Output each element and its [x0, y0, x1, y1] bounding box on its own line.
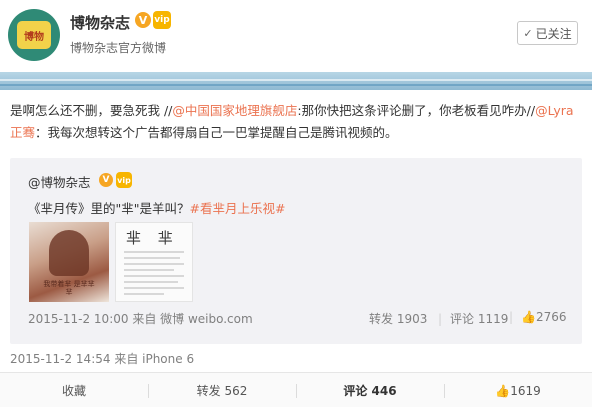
repost-text-body: 《芈月传》里的"芈"是羊叫？	[28, 201, 190, 216]
repost-comment-label: 评论 1119	[450, 312, 509, 326]
thumbnail-text-line	[124, 263, 184, 265]
post-text-segment: :那你快把这条评论删了，你老板看见咋办//	[297, 103, 536, 118]
post-text: 是啊怎么还不删，要急死我 //@中国国家地理旗舰店:那你快把这条评论删了，你老板…	[10, 100, 584, 144]
thumbnail-figure	[49, 230, 89, 276]
reposted-weibo[interactable]: @博物杂志 V vip 《芈月传》里的"芈"是羊叫？#看芈月上乐视# 我带着芈 …	[10, 158, 582, 344]
decorative-banner	[0, 72, 592, 90]
repost-button[interactable]: 转发 562	[148, 373, 296, 408]
thumbnail-text-line	[124, 257, 180, 259]
vip-icon: vip	[153, 11, 171, 29]
banner-stripe	[0, 79, 592, 81]
weibo-header: 博物 博物杂志 V vip 博物杂志官方微博 ✓ 已关注	[0, 0, 592, 68]
check-icon: ✓	[523, 26, 533, 40]
vip-icon: vip	[116, 172, 132, 188]
thumbnail-text-line	[124, 287, 184, 289]
thumbnail-text-line	[124, 269, 174, 271]
repost-like-count[interactable]: | 👍2766	[509, 310, 567, 324]
repost-text: 《芈月传》里的"芈"是羊叫？#看芈月上乐视#	[28, 198, 285, 217]
avatar[interactable]: 博物	[8, 9, 60, 61]
image-thumbnail[interactable]: 我带着芈 是芈芈芈	[29, 222, 109, 302]
mention-link[interactable]: @中国国家地理旗舰店	[172, 103, 297, 118]
like-count: 1619	[510, 383, 541, 398]
like-button[interactable]: 👍 1619	[444, 373, 592, 408]
image-thumbnail[interactable]: 芈 芈	[115, 222, 193, 302]
thumbnail-characters: 芈 芈	[126, 229, 179, 247]
thumbnail-text-line	[124, 281, 178, 283]
action-bar: 收藏 转发 562 评论 446 👍 1619	[0, 372, 592, 407]
account-name[interactable]: 博物杂志	[70, 12, 130, 33]
thumbnail-text-line	[124, 293, 164, 295]
collect-button[interactable]: 收藏	[0, 373, 148, 408]
thumbnail-text-line	[124, 251, 184, 253]
repost-comment-count[interactable]: | 评论 1119	[438, 310, 508, 327]
repost-like-label: 2766	[536, 310, 567, 324]
account-description: 博物杂志官方微博	[70, 41, 167, 55]
follow-button-label: 已关注	[535, 26, 572, 41]
verified-icon: V	[99, 173, 113, 187]
comment-button[interactable]: 评论 446	[296, 373, 444, 408]
repost-timestamp-source[interactable]: 2015-11-2 10:00 来自 微博 weibo.com	[28, 310, 253, 327]
post-timestamp-source[interactable]: 2015-11-2 14:54 来自 iPhone 6	[10, 350, 194, 367]
thumbnail-caption: 我带着芈 是芈芈芈	[43, 280, 95, 296]
avatar-logo-text: 博物	[24, 31, 44, 43]
follow-button[interactable]: ✓ 已关注	[517, 21, 578, 45]
avatar-logo: 博物	[17, 21, 51, 49]
banner-stripe	[0, 84, 592, 86]
thumbs-up-icon: 👍	[495, 383, 511, 398]
post-text-segment: 是啊怎么还不删，要急死我 //	[10, 103, 173, 118]
thumbnail-text-line	[124, 275, 184, 277]
repost-repost-count[interactable]: 转发 1903	[369, 310, 427, 327]
post-text-segment: ：我每次想转这个广告都得扇自己一巴掌提醒自己是腾讯视频的。	[35, 125, 398, 140]
repost-author-link[interactable]: @博物杂志	[28, 172, 91, 191]
hashtag-link[interactable]: #看芈月上乐视#	[190, 201, 286, 216]
verified-icon: V	[135, 12, 151, 28]
thumbs-up-icon: 👍	[521, 310, 536, 324]
